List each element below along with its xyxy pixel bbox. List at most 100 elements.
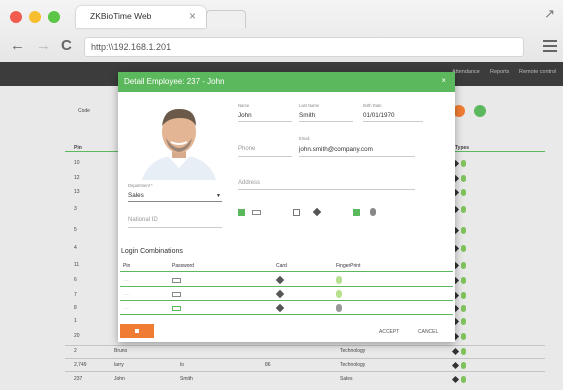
card-icon [312,207,322,217]
email-input[interactable]: john.smith@company.com [299,146,373,153]
maximize-window-button[interactable] [48,11,60,23]
lastname-input[interactable]: Smith [299,112,315,119]
login-password-icon [172,278,181,283]
card-type-icon [451,361,460,370]
bg-pin: 3 [74,206,77,212]
type-icons [451,375,469,384]
bg-pin: 6 [74,277,77,283]
col-password: Password [172,263,194,269]
fullscreen-icon[interactable]: ↗ [544,6,555,22]
fingerprint-type-icon [461,292,466,299]
bg-pin: 8 [74,305,77,311]
cancel-button[interactable]: CANCEL [418,329,438,335]
login-pin: ····· [123,278,130,283]
bg-pin: 4 [74,245,77,251]
fingerprint-type-icon [461,305,466,312]
tab-close-icon[interactable]: × [189,9,196,23]
bg-pin: 12 [74,175,80,181]
fingerprint-type-icon [461,262,466,269]
close-icon[interactable]: × [441,76,446,85]
address-input[interactable]: Address [238,180,260,186]
email-underline [299,156,415,157]
nav-remote-control[interactable]: Remote control [519,69,556,75]
accept-button[interactable]: ACCEPT [379,329,399,335]
tab-title: ZKBioTime Web [90,11,152,21]
fingerprint-checkbox[interactable] [353,209,360,216]
login-row-divider [120,314,453,315]
type-icons [451,317,469,326]
department-select[interactable]: Sales [128,192,144,199]
login-card-icon [275,275,285,285]
address-bar[interactable]: http:\\192.168.1.201 [84,37,524,57]
search-label: Code [78,108,90,114]
birthdate-input[interactable]: 01/01/1970 [363,112,395,119]
name-underline [238,121,292,122]
card-type-icon [451,375,460,384]
type-icons [451,304,469,313]
bg-pin: 20 [74,333,80,339]
bg-row-name: Bruno [114,348,128,354]
row-divider [65,358,545,359]
birthdate-label: Birth Date [363,103,382,108]
close-window-button[interactable] [10,11,22,23]
dropdown-caret-icon[interactable]: ▼ [216,193,221,199]
bg-row-name: John [114,376,125,382]
password-checkbox[interactable] [238,209,245,216]
add-combination-button[interactable] [120,324,154,338]
type-icons [451,188,469,197]
card-type-icon [451,347,460,356]
name-input[interactable]: John [238,112,252,119]
national-id-underline [128,227,222,228]
nav-reports[interactable]: Reports [490,69,509,75]
login-password-icon [172,306,181,311]
name-label: Name [238,103,250,108]
login-pin: ····· [123,292,130,297]
national-id-input[interactable]: National ID [128,217,158,223]
type-icons [451,332,469,341]
fingerprint-type-icon [461,189,466,196]
password-icon [252,210,261,215]
col-card: Card [276,263,287,269]
type-icons [451,291,469,300]
login-row-divider [120,300,453,301]
bg-row-pin: 237 [74,376,83,382]
menu-icon[interactable] [543,40,557,52]
browser-tab[interactable]: ZKBioTime Web × [76,6,206,28]
export-button[interactable] [474,105,486,117]
type-icons [451,347,469,356]
login-card-icon [275,289,285,299]
type-icons [451,244,469,253]
birthdate-underline [363,121,423,122]
minimize-window-button[interactable] [29,11,41,23]
forward-arrow-icon[interactable]: → [36,37,51,54]
employee-detail-dialog: Detail Employee: 237 - John × Name John … [118,72,455,342]
phone-input[interactable]: Phone [238,146,255,152]
dialog-title: Detail Employee: 237 - John [124,77,225,86]
login-row-divider [120,286,453,287]
type-icons [451,361,469,370]
fingerprint-type-icon [461,227,466,234]
bg-row-name: larry [114,362,124,368]
login-password-icon [172,292,181,297]
department-underline [128,201,222,202]
login-fingerprint-icon [336,290,342,298]
fingerprint-type-icon [461,175,466,182]
type-icons [451,159,469,168]
fingerprint-type-icon [461,362,466,369]
card-checkbox[interactable] [293,209,300,216]
col-pin: Pin [123,263,131,269]
new-tab-button[interactable] [206,10,246,28]
bg-row-dept: Sales [340,376,353,382]
type-icons [451,261,469,270]
fingerprint-type-icon [461,206,466,213]
nav-attendance[interactable]: Attendance [452,69,480,75]
department-label: Department * [128,183,153,188]
bg-pin: 7 [74,292,77,298]
reload-icon[interactable]: C [61,37,72,54]
login-fingerprint-icon [336,304,342,312]
fingerprint-type-icon [461,245,466,252]
back-arrow-icon[interactable]: ← [10,37,25,54]
address-underline [238,189,415,190]
fingerprint-type-icon [461,160,466,167]
lastname-underline [299,121,353,122]
